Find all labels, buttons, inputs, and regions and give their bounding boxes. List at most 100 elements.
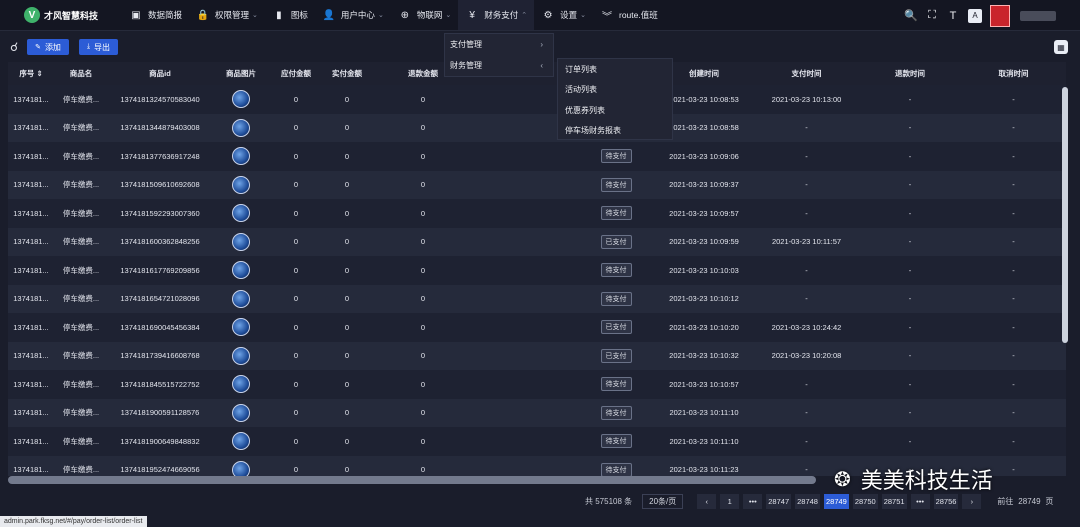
table-row[interactable]: 1374181... 停车缴费... 1374181509610692608 0 0 0 待… — [8, 170, 1066, 199]
cell-name: 停车缴费... — [54, 455, 108, 476]
nav-label: 用户中心 — [340, 10, 375, 20]
cell-id: 1374181344879403008 — [108, 113, 212, 142]
table-row[interactable]: 1374181... 停车缴费... 1374181900649848832 0 0 0 待… — [8, 427, 1066, 456]
cell-due: 0 — [270, 398, 322, 427]
nav-item-finance[interactable]: ¥ 财务支付 ⌃ — [458, 0, 535, 30]
status-cell: 待支付 — [578, 142, 654, 171]
nav-item-icons[interactable]: ▮ 图标 — [265, 0, 315, 30]
prev-page-button[interactable]: ‹ — [697, 493, 717, 509]
product-image-cell — [212, 227, 270, 256]
product-thumbnail[interactable] — [232, 204, 250, 223]
menu-item-payment-management[interactable]: 支付管理 › — [445, 34, 553, 55]
menu-item-parking-finance-report[interactable]: 停车场财务报表 — [558, 121, 672, 142]
export-button[interactable]: ⤓ 导出 — [78, 39, 119, 55]
page-jump-input[interactable]: 28749 — [1017, 494, 1041, 508]
nav-item-duty[interactable]: ︾ route.值班 — [593, 0, 665, 30]
product-thumbnail[interactable] — [232, 261, 250, 280]
nav-item-user-center[interactable]: 👤 用户中心 ⌄ — [315, 0, 391, 30]
product-thumbnail[interactable] — [232, 346, 250, 365]
table-row[interactable]: 1374181... 停车缴费... 1374181654721028096 0 0 0 待… — [8, 284, 1066, 313]
menu-item-coupon-list[interactable]: 优惠券列表 — [558, 100, 672, 121]
font-size-icon[interactable]: T — [944, 7, 962, 25]
search-icon[interactable]: 🔍 — [902, 7, 920, 25]
user-name-blurred[interactable] — [1020, 10, 1056, 21]
table-row[interactable]: 1374181... 停车缴费... 1374181739416608768 0 0 0 已… — [8, 341, 1066, 370]
cell-pay-time: - — [754, 284, 859, 313]
product-thumbnail[interactable] — [232, 175, 250, 194]
column-header: 实付金额 — [322, 62, 372, 85]
nav-item-settings[interactable]: ⚙ 设置 ⌄ — [534, 0, 593, 30]
menu-item-order-list[interactable]: 订单列表 — [558, 59, 672, 80]
product-thumbnail[interactable] — [232, 232, 250, 251]
product-thumbnail[interactable] — [232, 375, 250, 394]
download-icon: ⤓ — [86, 43, 91, 50]
table-row[interactable]: 1374181... 停车缴费... 1374181324570583040 0 0 0 2… — [8, 85, 1066, 114]
product-thumbnail[interactable] — [232, 318, 250, 337]
cell-pay-time: - — [754, 398, 859, 427]
brand-logo[interactable]: V 才风智慧科技 — [24, 7, 122, 23]
product-thumbnail[interactable] — [232, 118, 250, 137]
table-row[interactable]: 1374181... 停车缴费... 1374181600362848256 0 0 0 已… — [8, 227, 1066, 256]
nav-label: 权限管理 — [215, 10, 250, 20]
empty-cell — [474, 256, 578, 285]
menu-item-label: 支付管理 — [450, 40, 482, 49]
language-icon[interactable]: A — [968, 8, 982, 23]
cell-cancel-time: - — [961, 284, 1066, 313]
status-badge: 待支付 — [600, 149, 632, 164]
avatar[interactable] — [990, 4, 1010, 27]
table-row[interactable]: 1374181... 停车缴费... 1374181845515722752 0 0 0 待… — [8, 370, 1066, 399]
table-row[interactable]: 1374181... 停车缴费... 1374181592293007360 0 0 0 待… — [8, 199, 1066, 228]
nav-item-iot[interactable]: ⊕ 物联网 ⌄ — [391, 0, 458, 30]
add-button[interactable]: ✎ 添加 — [27, 39, 69, 55]
cell-no: 1374181... — [8, 142, 54, 171]
cell-id: 1374181739416608768 — [108, 341, 212, 370]
product-thumbnail[interactable] — [232, 403, 250, 422]
page-button[interactable]: 1 — [720, 493, 740, 509]
table-row[interactable]: 1374181... 停车缴费... 1374181900591128576 0 0 0 待… — [8, 398, 1066, 427]
page-size-select[interactable]: 20条/页 — [642, 493, 684, 509]
nav-item-dashboard[interactable]: ▣ 数据简报 — [122, 0, 189, 30]
image-icon: ▮ — [276, 9, 282, 21]
watermark: ❂ 美美科技生活 — [834, 462, 1054, 496]
product-image-cell — [212, 370, 270, 399]
cell-id: 1374181952474669056 — [108, 455, 212, 476]
cell-created: 2021-03-23 10:10:20 — [654, 313, 754, 342]
cell-name: 停车缴费... — [54, 256, 108, 285]
menu-item-activity-list[interactable]: 活动列表 — [558, 80, 672, 101]
cell-refund-time: - — [859, 313, 961, 342]
cell-created: 2021-03-23 10:11:10 — [654, 398, 754, 427]
table-row[interactable]: 1374181... 停车缴费... 1374181690045456384 0 0 0 已… — [8, 313, 1066, 342]
page-ellipsis[interactable]: ••• — [743, 493, 763, 509]
cell-cancel-time: - — [961, 199, 1066, 228]
horizontal-scrollbar[interactable] — [8, 476, 816, 484]
cell-cancel-time: - — [961, 427, 1066, 456]
cell-due: 0 — [270, 427, 322, 456]
status-cell: 待支付 — [578, 256, 654, 285]
menu-item-finance-management[interactable]: 财务管理 ‹ — [445, 55, 553, 76]
product-thumbnail[interactable] — [232, 289, 250, 308]
export-button-label: 导出 — [94, 42, 111, 52]
page-button[interactable]: 28747 — [766, 493, 792, 509]
cell-name: 停车缴费... — [54, 427, 108, 456]
product-thumbnail[interactable] — [232, 147, 250, 166]
product-thumbnail[interactable] — [232, 460, 250, 476]
cell-refund-time: - — [859, 341, 961, 370]
column-header[interactable]: 序号 ⇕ — [8, 62, 54, 85]
page-button[interactable]: 28748 — [795, 493, 820, 509]
settings-icon: ⚙ — [543, 9, 553, 21]
table-row[interactable]: 1374181... 停车缴费... 1374181377636917248 0 0 0 待… — [8, 142, 1066, 171]
search-icon[interactable]: ☌ — [10, 40, 18, 54]
empty-cell — [474, 427, 578, 456]
nav-item-permissions[interactable]: 🔒 权限管理 ⌄ — [189, 0, 265, 30]
column-settings-icon[interactable]: ▦ — [1054, 40, 1068, 54]
product-thumbnail[interactable] — [232, 432, 250, 451]
cell-no: 1374181... — [8, 199, 54, 228]
table-row[interactable]: 1374181... 停车缴费... 1374181617769209856 0 0 0 待… — [8, 256, 1066, 285]
jump-prefix: 前往 — [997, 496, 1014, 506]
table-row[interactable]: 1374181... 停车缴费... 1374181344879403008 0 0 0 2… — [8, 113, 1066, 142]
duty-icon: ︾ — [601, 11, 612, 23]
product-thumbnail[interactable] — [232, 90, 250, 109]
fullscreen-icon[interactable]: ⛶ — [923, 7, 941, 25]
status-cell: 待支付 — [578, 199, 654, 228]
vertical-scrollbar[interactable] — [1062, 87, 1068, 343]
